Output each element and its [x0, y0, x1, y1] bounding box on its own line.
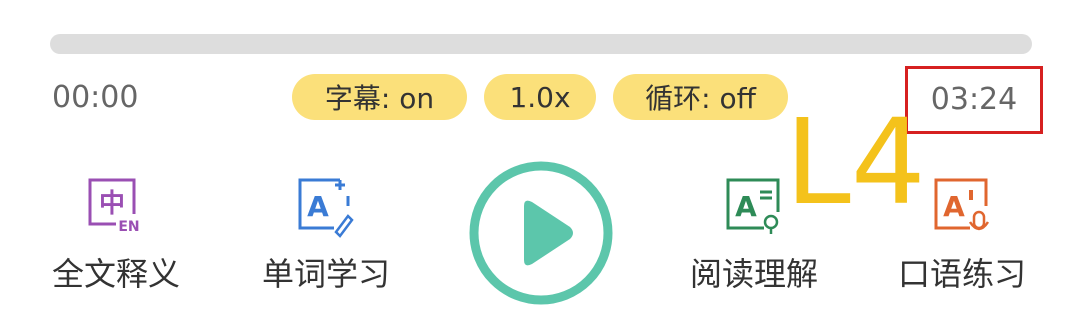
- tool-full-text-translation[interactable]: 中 EN 全文释义: [41, 176, 191, 294]
- loop-toggle-label: 循环: off: [645, 82, 756, 115]
- tool-word-study[interactable]: A 单词学习: [251, 176, 401, 294]
- subtitle-toggle-button[interactable]: 字幕: on: [292, 74, 467, 120]
- current-time: 00:00: [52, 80, 139, 115]
- icon-a-text: A: [307, 190, 329, 223]
- tool-label: 口语练习: [897, 255, 1026, 293]
- tool-label: 阅读理解: [689, 255, 818, 293]
- icon-a-text: A: [735, 190, 757, 223]
- progress-track[interactable]: [50, 34, 1032, 54]
- icon-en-text: EN: [118, 219, 139, 235]
- tool-label: 单词学习: [261, 255, 390, 293]
- icon-a-text: A: [943, 190, 965, 223]
- play-button[interactable]: [468, 160, 614, 306]
- speed-label: 1.0x: [509, 80, 571, 114]
- word-plus-icon: A: [298, 178, 354, 238]
- speaking-mic-icon: A: [934, 178, 990, 231]
- tool-speaking-practice[interactable]: A 口语练习: [887, 176, 1037, 294]
- chinese-english-translation-icon: 中 EN: [88, 178, 142, 235]
- subtitle-toggle-label: 字幕: on: [324, 82, 435, 115]
- loop-toggle-button[interactable]: 循环: off: [613, 74, 788, 120]
- tool-label: 全文释义: [51, 255, 180, 293]
- tool-reading-comprehension[interactable]: A 阅读理解: [679, 176, 829, 294]
- speed-button[interactable]: 1.0x: [484, 74, 596, 120]
- reading-bulb-icon: A: [726, 178, 780, 234]
- play-icon: [524, 200, 573, 266]
